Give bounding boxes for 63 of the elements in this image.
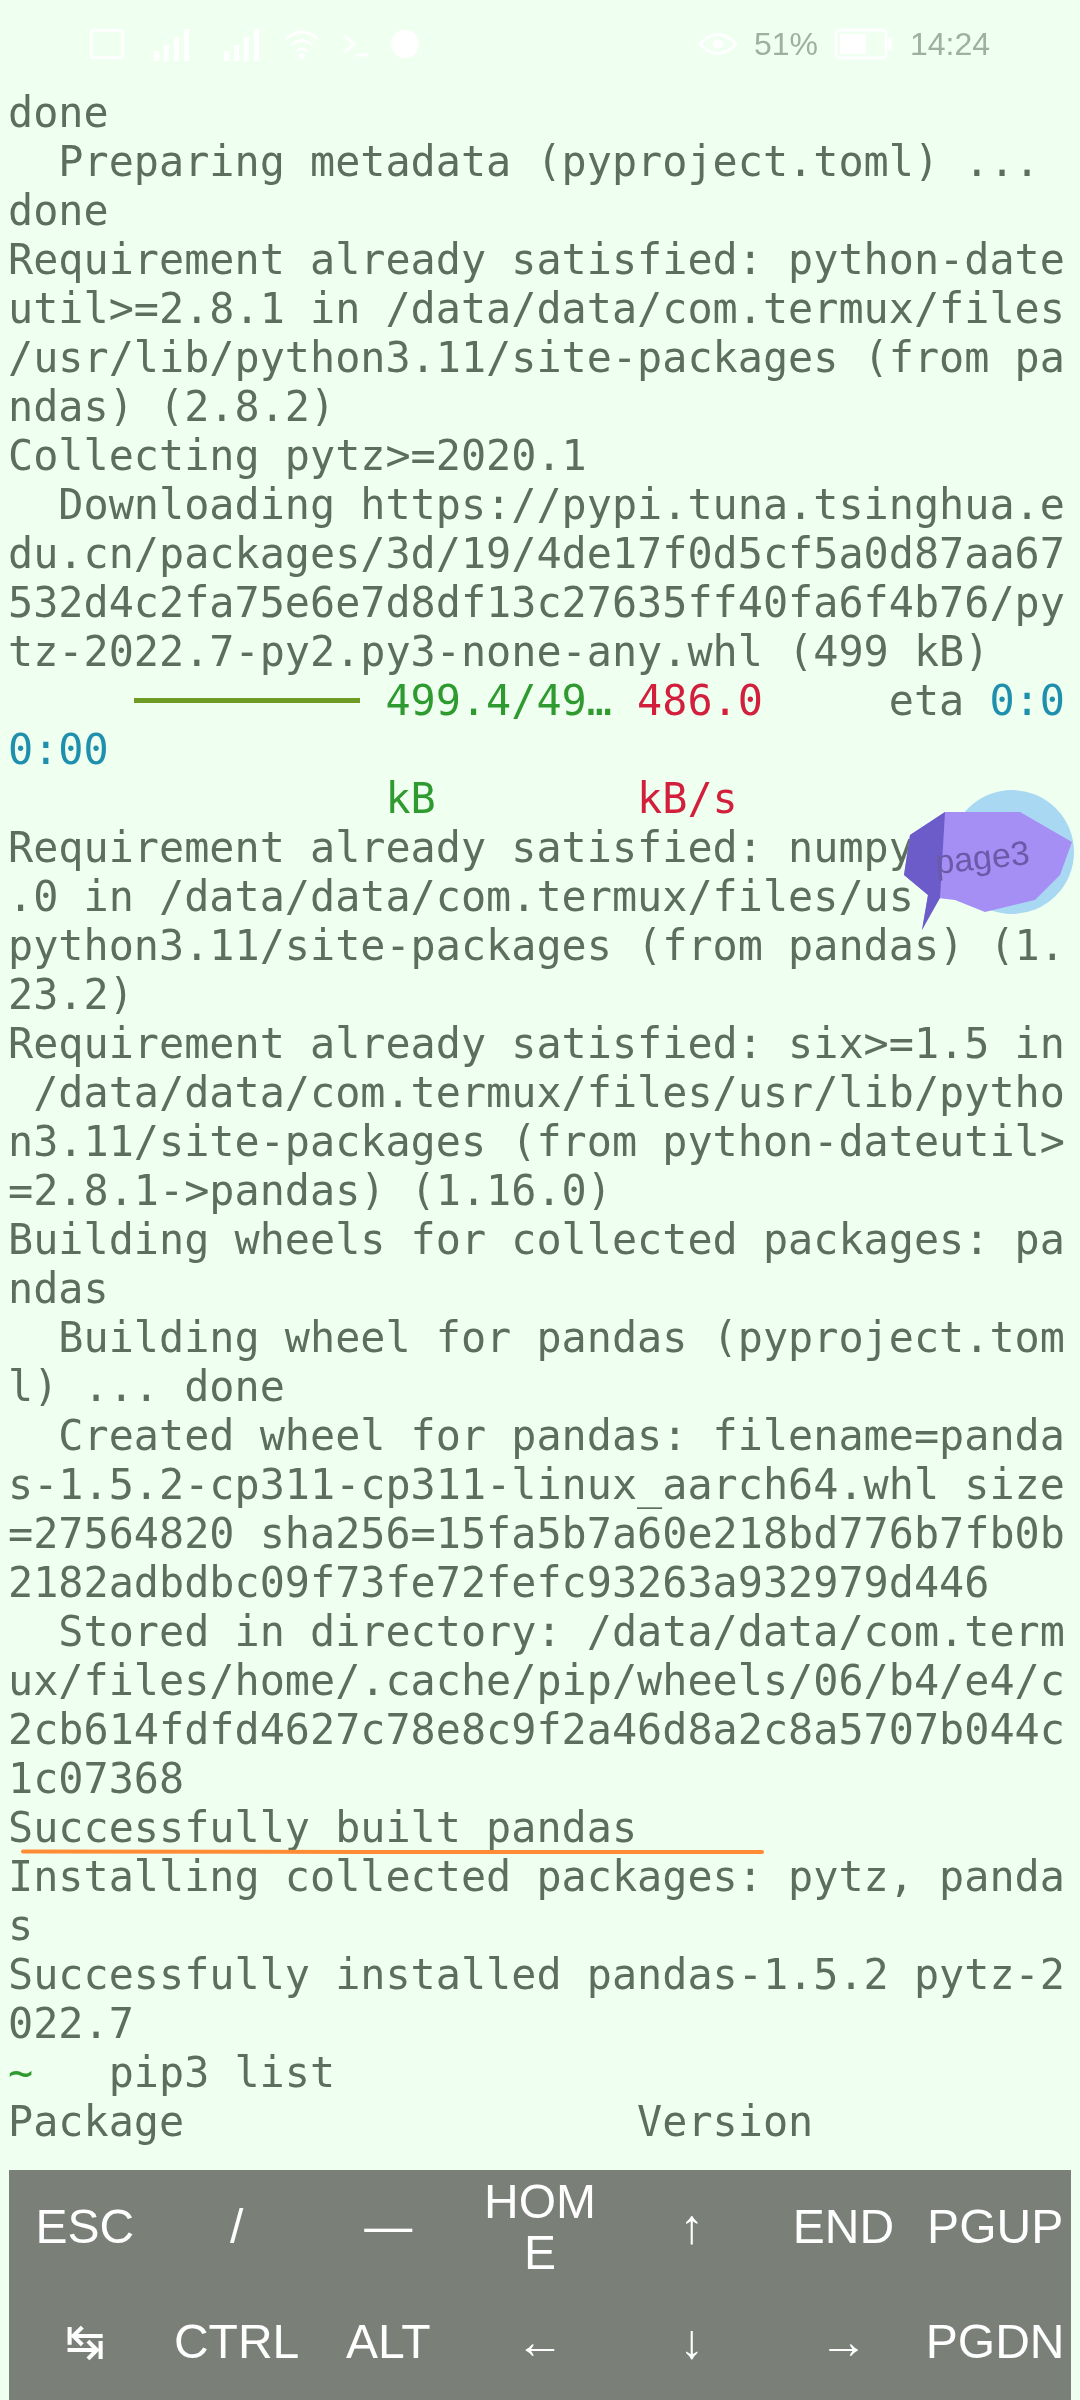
terminal-text: 23.2) bbox=[8, 973, 134, 1016]
terminal-text: ~ bbox=[8, 2051, 34, 2094]
terminal-text: .0 in /data/data/com.termux/files/us bbox=[8, 875, 914, 918]
terminal-text: du.cn/packages/3d/19/4de17f0d5cf5a0d87aa67 bbox=[8, 532, 1065, 575]
terminal-text: done bbox=[8, 91, 109, 134]
key-button[interactable]: ← bbox=[464, 2285, 616, 2400]
key-button[interactable]: ↑ bbox=[615, 2170, 768, 2285]
terminal-text: 1c07368 bbox=[8, 1757, 185, 1800]
key-button[interactable]: PGDN bbox=[919, 2285, 1071, 2400]
terminal-text: Successfully built pandas bbox=[8, 1806, 638, 1849]
terminal-text: 499.4/49… bbox=[385, 679, 612, 722]
terminal-text: tz-2022.7-py2.py3-none-any.whl (499 kB) bbox=[8, 630, 990, 673]
key-button[interactable]: PGUP bbox=[919, 2170, 1071, 2285]
terminal-text: 0:0 bbox=[989, 679, 1065, 722]
terminal-text: 2182adbdbc09f73fe72fefc93263a932979d446 bbox=[8, 1561, 990, 1604]
terminal-text: 0:00 bbox=[8, 728, 109, 771]
terminal-text: n3.11/site-packages (from python-dateutil> bbox=[8, 1120, 1065, 1163]
terminal-text: util>=2.8.1 in /data/data/com.termux/files bbox=[8, 287, 1065, 330]
battery-percent: 51% bbox=[753, 25, 818, 64]
terminal-text: Collecting pytz>=2020.1 bbox=[8, 434, 587, 477]
terminal-text: 022.7 bbox=[8, 2002, 134, 2045]
terminal-text: l) ... done bbox=[8, 1365, 285, 1408]
terminal-text: Downloading https://pypi.tuna.tsinghua.e bbox=[57, 483, 1065, 526]
terminal-text: python3.11/site-packages (from pandas) (1. bbox=[8, 924, 1065, 967]
terminal-text: /data/data/com.termux/files/usr/lib/pytho bbox=[32, 1071, 1065, 1114]
key-button[interactable]: HOME bbox=[464, 2170, 616, 2285]
terminal-text: ux/files/home/.cache/pip/wheels/06/b4/e4/c bbox=[8, 1659, 1065, 1702]
terminal-text: Building wheel for pandas (pyproject.tom bbox=[57, 1316, 1065, 1359]
clock-time: 14:24 bbox=[909, 25, 990, 64]
key-button[interactable]: END bbox=[767, 2170, 920, 2285]
terminal-text: ndas bbox=[8, 1267, 109, 1310]
key-button[interactable]: ↹ bbox=[9, 2285, 161, 2400]
terminal-text: Stored in directory: /data/data/com.term bbox=[57, 1610, 1065, 1653]
terminal-text: =2.8.1->pandas) (1.16.0) bbox=[8, 1169, 612, 1212]
key-button[interactable]: ↓ bbox=[615, 2285, 768, 2400]
bubble-label: page3 bbox=[933, 835, 1032, 879]
terminal-text: Installing collected packages: pytz, panda bbox=[8, 1855, 1065, 1898]
terminal-text: eta bbox=[888, 679, 965, 722]
key-button[interactable]: ESC bbox=[9, 2170, 161, 2285]
terminal-text: ndas) (2.8.2) bbox=[8, 385, 336, 428]
terminal-text: /usr/lib/python3.11/site-packages (from pa bbox=[8, 336, 1065, 379]
key-button[interactable]: → bbox=[767, 2285, 920, 2400]
terminal-text: Building wheels for collected packages: pa bbox=[8, 1218, 1065, 1261]
terminal-text: Created wheel for pandas: filename=panda bbox=[57, 1414, 1065, 1457]
terminal-text: kB/s bbox=[637, 777, 738, 820]
terminal-text: Requirement already satisfied: python-date bbox=[8, 238, 1065, 281]
key-button[interactable]: / bbox=[160, 2170, 313, 2285]
terminal-text: s bbox=[8, 1904, 34, 1947]
terminal-text: Requirement already satisfied: six>=1.5 in bbox=[8, 1022, 1065, 1065]
key-button[interactable]: CTRL bbox=[160, 2285, 313, 2400]
terminal-text: Successfully installed pandas-1.5.2 pytz-2 bbox=[8, 1953, 1065, 1996]
key-button[interactable]: — bbox=[312, 2170, 465, 2285]
key-button[interactable]: ALT bbox=[312, 2285, 465, 2400]
terminal-text: 2cb614fdfd4627c78e8c9f2a46d8a2c8a5707b044c bbox=[8, 1708, 1065, 1751]
terminal-text: =27564820 sha256=15fa5b7a60e218bd776b7fb0b bbox=[8, 1512, 1065, 1555]
terminal-text: done bbox=[8, 189, 109, 232]
terminal-text: Package bbox=[8, 2100, 185, 2143]
terminal-text: kB bbox=[385, 777, 436, 820]
terminal-text: Version bbox=[637, 2100, 814, 2143]
terminal-text: Preparing metadata (pyproject.toml) ... bbox=[57, 140, 1040, 183]
terminal-text: 486.0 bbox=[637, 679, 763, 722]
terminal-text: pip3 list bbox=[108, 2051, 336, 2094]
terminal-text: 532d4c2fa75e6e7d8df13c27635ff40fa6f4b76/py bbox=[8, 581, 1065, 624]
